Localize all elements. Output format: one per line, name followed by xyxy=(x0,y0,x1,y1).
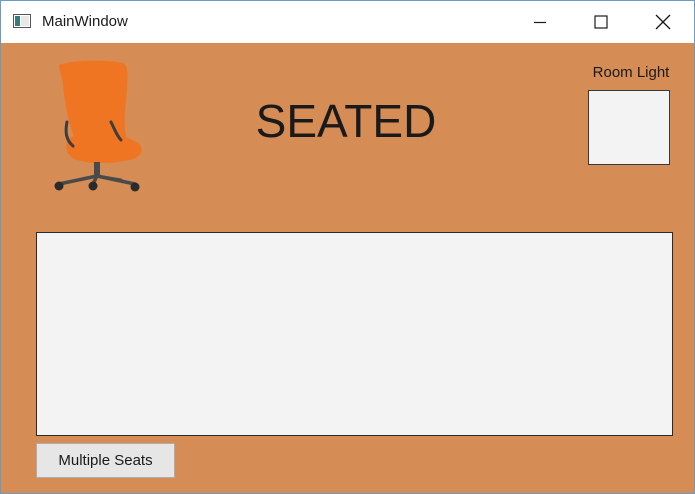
app-icon xyxy=(13,14,31,28)
window-title: MainWindow xyxy=(42,13,128,30)
title-bar[interactable]: MainWindow xyxy=(1,1,694,43)
close-button[interactable] xyxy=(640,1,686,43)
room-light-label: Room Light xyxy=(592,64,670,81)
minimize-button[interactable] xyxy=(517,1,563,43)
main-window: MainWindow SEATED Room Light Multiple Se… xyxy=(0,0,695,494)
output-panel[interactable] xyxy=(36,232,673,436)
close-icon xyxy=(655,14,671,30)
multiple-seats-button[interactable]: Multiple Seats xyxy=(36,443,175,478)
maximize-button[interactable] xyxy=(578,1,624,43)
room-light-indicator xyxy=(588,90,670,165)
maximize-icon xyxy=(594,15,608,29)
office-chair-icon xyxy=(54,60,142,192)
client-area: SEATED Room Light Multiple Seats xyxy=(1,43,694,493)
status-text: SEATED xyxy=(255,95,437,147)
minimize-icon xyxy=(534,21,546,24)
